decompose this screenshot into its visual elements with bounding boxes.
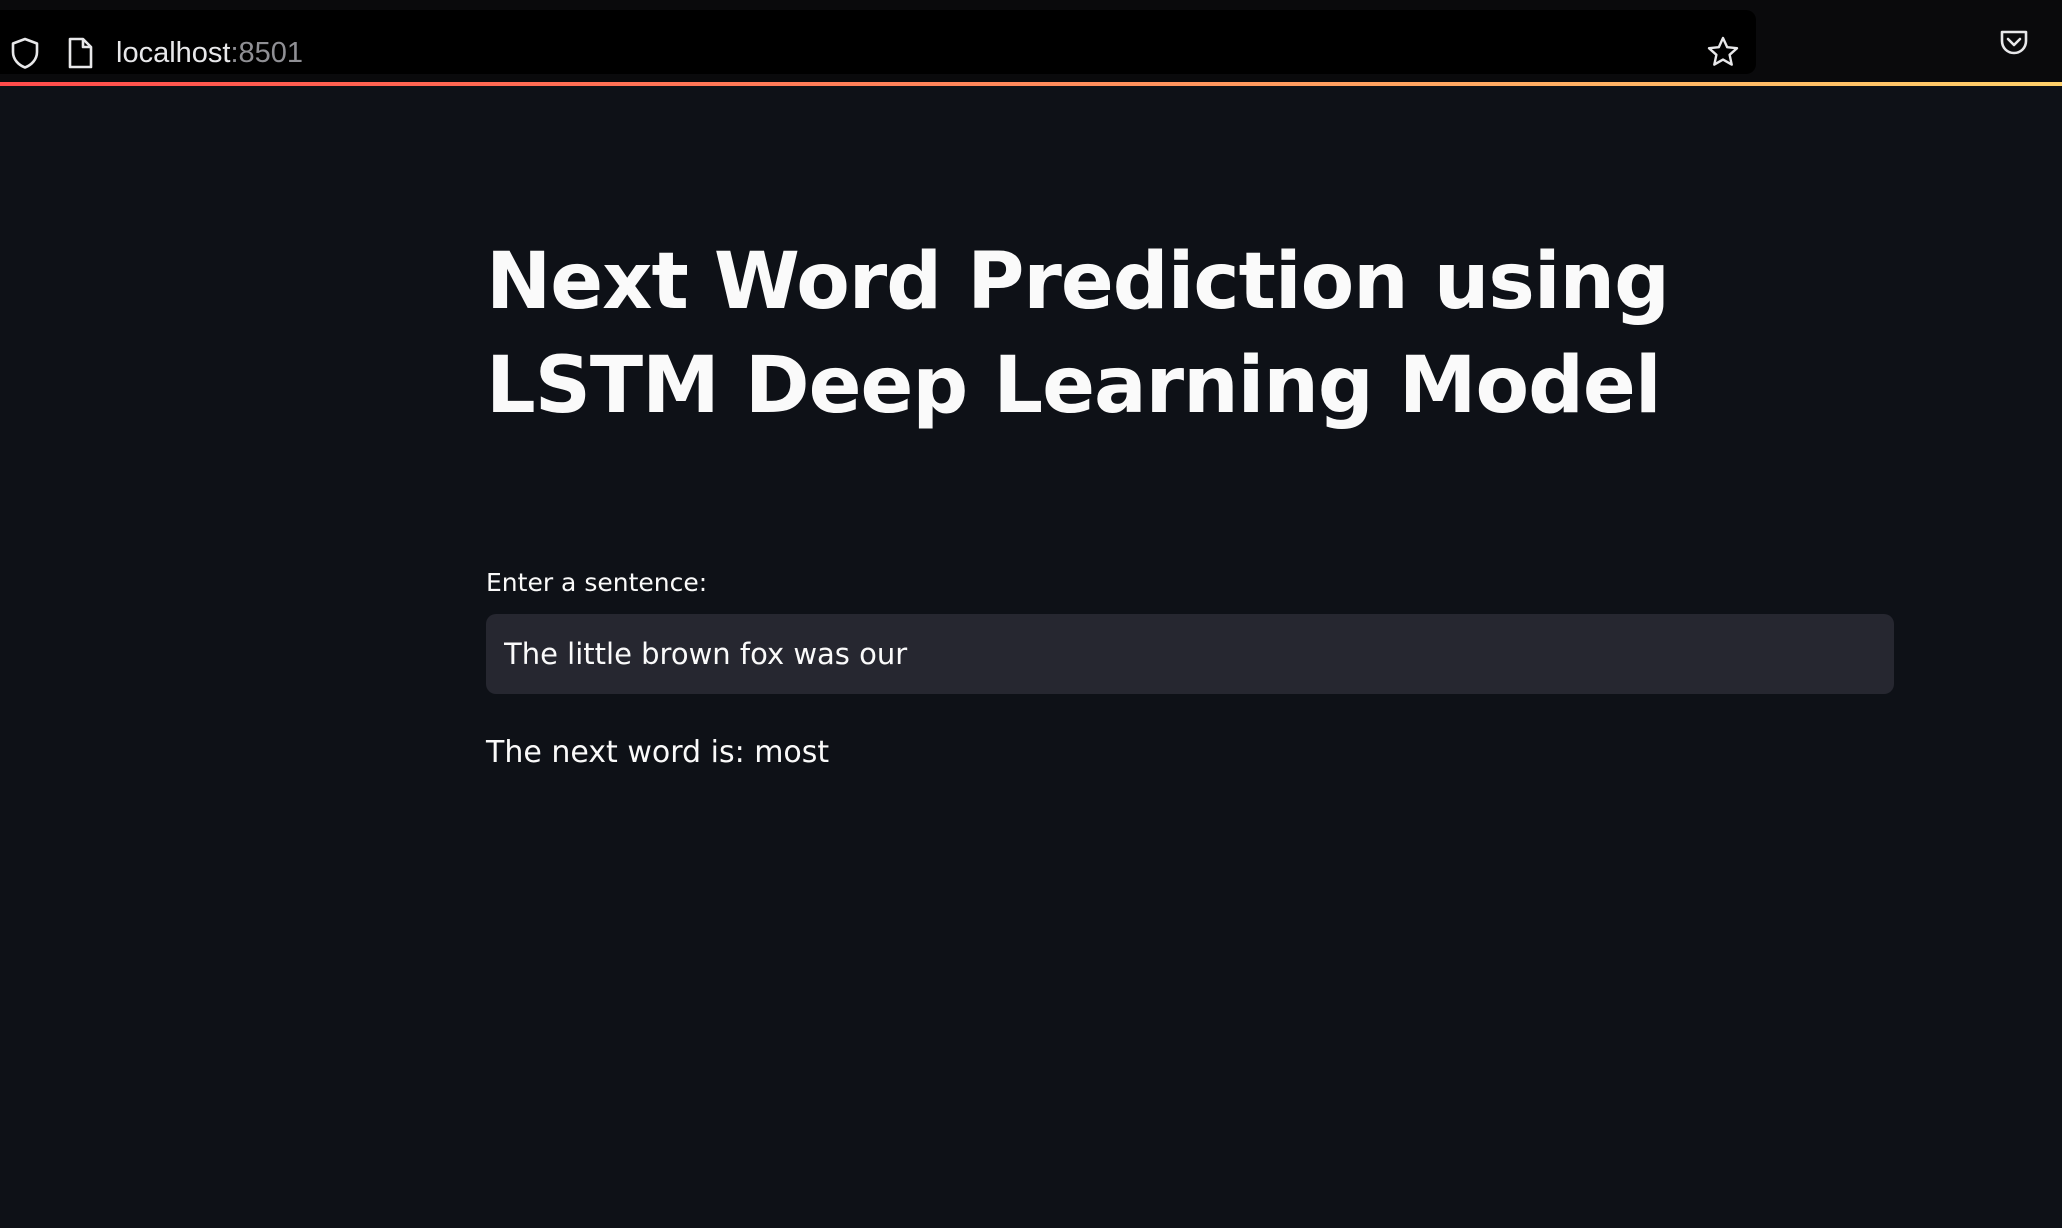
browser-toolbar: localhost:8501 — [0, 0, 2062, 84]
sentence-input[interactable] — [486, 614, 1894, 694]
star-icon[interactable] — [1706, 35, 1740, 69]
url-text[interactable]: localhost:8501 — [116, 36, 303, 70]
page-title: Next Word Prediction using LSTM Deep Lea… — [486, 237, 1670, 431]
sentence-input-label: Enter a sentence: — [486, 568, 708, 597]
address-bar[interactable]: localhost:8501 — [0, 10, 1756, 74]
pocket-icon[interactable] — [1998, 26, 2030, 58]
url-port: :8501 — [230, 37, 304, 69]
page-icon[interactable] — [66, 36, 94, 70]
prediction-result: The next word is: most — [486, 735, 830, 770]
shield-icon[interactable] — [9, 36, 41, 70]
url-host: localhost — [116, 37, 231, 69]
